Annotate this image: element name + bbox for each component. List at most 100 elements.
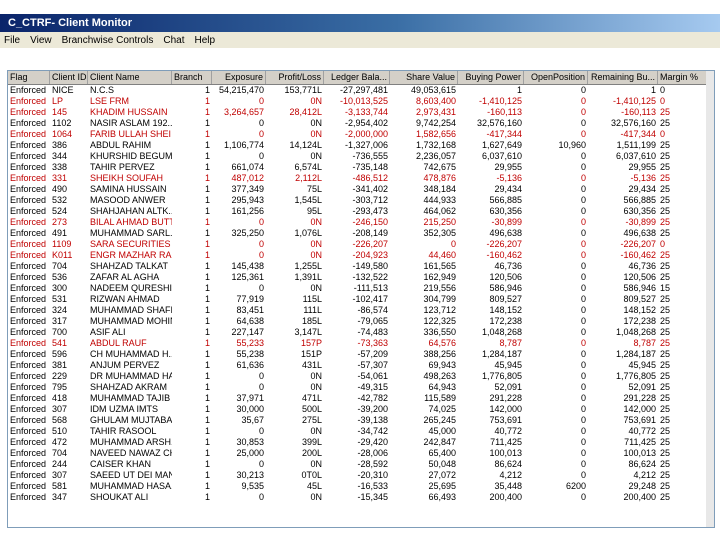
cell-buying-power: 8,787 (499, 338, 522, 348)
cell-open-position: 0 (580, 228, 586, 238)
table-row[interactable]: Enforced 490 SAMINA HUSSAIN 1 377,349 75L -341… (8, 184, 714, 195)
column-header[interactable]: Buying Power (458, 71, 524, 84)
column-header[interactable]: Client Name (88, 71, 172, 84)
cell-client-id: 568 (52, 415, 68, 425)
client-grid[interactable]: Flag Client ID Client Name Branch Exposure Pr… (7, 70, 715, 528)
menu-help[interactable]: Help (190, 35, 221, 46)
cell-buying-power: 711,425 (490, 437, 522, 447)
table-row[interactable]: Enforced 273 BILAL AHMAD BUTT 1 0 0N -246,150 2… (8, 217, 714, 228)
cell-exposure: 0 (258, 129, 264, 139)
cell-client-id: 244 (52, 459, 68, 469)
cell-share-value: 388,256 (423, 349, 456, 359)
table-row[interactable]: Enforced 418 MUHAMMAD TAJIB 1 37,971 471L -42,… (8, 393, 714, 404)
vertical-scrollbar[interactable] (706, 71, 714, 527)
column-header[interactable]: OpenPosition (524, 71, 588, 84)
menu-file[interactable]: File (0, 35, 26, 46)
cell-remaining-buying: 586,946 (623, 283, 656, 293)
table-row[interactable]: Enforced 795 SHAHZAD AKRAM 1 0 0N -49,315 64,94… (8, 382, 714, 393)
table-row[interactable]: Enforced 386 ABDUL RAHIM 1 1,106,774 14,124L -… (8, 140, 714, 151)
cell-profit-loss: 14,124L (289, 140, 322, 150)
table-row[interactable]: Enforced 1109 SARA SECURITIES 1 0 0N -226,207 0… (8, 239, 714, 250)
cell-margin: 25 (660, 481, 671, 491)
cell-buying-power: 1 (516, 85, 522, 95)
cell-client-name: KHADIM HUSSAIN (90, 107, 168, 117)
table-row[interactable]: Enforced 145 KHADIM HUSSAIN 1 3,264,657 28,41… (8, 107, 714, 118)
column-header[interactable]: Branch (172, 71, 212, 84)
table-row[interactable]: Enforced LP LSE FRM 1 0 0N -10,013,525 8,603,40… (8, 96, 714, 107)
menu-branchwise-controls[interactable]: Branchwise Controls (58, 35, 160, 46)
column-header[interactable]: Share Value (390, 71, 458, 84)
table-row[interactable]: Enforced NICE N.C.S 1 54,215,470 153,771L -27,… (8, 85, 714, 96)
cell-margin: 25 (660, 250, 671, 260)
table-row[interactable]: Enforced 1102 NASIR ASLAM 192... 1 0 0N -2,954… (8, 118, 714, 129)
cell-buying-power: 630,356 (489, 206, 522, 216)
table-row[interactable]: Enforced 491 MUHAMMAD SARL... 1 325,250 1,076… (8, 228, 714, 239)
table-row[interactable]: Enforced 541 ABDUL RAUF 1 55,233 157P -73,363 6… (8, 338, 714, 349)
cell-buying-power: 29,955 (494, 162, 522, 172)
column-header[interactable]: Exposure (212, 71, 266, 84)
table-row[interactable]: Enforced 596 CH MUHAMMAD H... 1 55,238 151P -5… (8, 349, 714, 360)
menu-view[interactable]: View (26, 35, 58, 46)
table-row[interactable]: Enforced 581 MUHAMMAD HASA... 1 9,535 45L -16,… (8, 481, 714, 492)
cell-open-position: 10,960 (558, 140, 586, 150)
cell-exposure: 161,256 (231, 206, 264, 216)
cell-share-value: 1,732,168 (415, 140, 456, 150)
table-row[interactable]: Enforced 704 NAVEED NAWAZ CH 1 25,000 200L -28… (8, 448, 714, 459)
table-row[interactable]: Enforced 381 ANJUM PERVEZ 1 61,636 431L -57,30… (8, 360, 714, 371)
cell-client-id: 1064 (52, 129, 73, 139)
column-header[interactable]: Ledger Bala... (324, 71, 390, 84)
table-row[interactable]: Enforced 532 MASOOD ANWER 1 295,943 1,545L -30… (8, 195, 714, 206)
cell-remaining-buying: 1,511,199 (616, 140, 656, 150)
column-header[interactable]: Client ID (50, 71, 88, 84)
table-row[interactable]: Enforced 244 CAISER KHAN 1 0 0N -28,592 50,048 8… (8, 459, 714, 470)
column-header[interactable]: Remaining Bu... (588, 71, 658, 84)
cell-exposure: 0 (258, 151, 264, 161)
table-row[interactable]: Enforced 307 SAEED UT DEI MAN 1 30,213 0T0L -2… (8, 470, 714, 481)
cell-flag: Enforced (10, 239, 47, 249)
table-row[interactable]: Enforced K011 ENGR MAZHAR RA... 1 0 0N -204,92… (8, 250, 714, 261)
cell-profit-loss: 0N (310, 96, 322, 106)
table-row[interactable]: Enforced 317 MUHAMMAD MOHIN 1 64,638 185L -79,… (8, 316, 714, 327)
cell-client-name: LSE FRM (90, 96, 130, 106)
cell-ledger-balance: -149,580 (352, 261, 388, 271)
table-row[interactable]: Enforced 531 RIZWAN AHMAD 1 77,919 115L -102,4… (8, 294, 714, 305)
table-row[interactable]: Enforced 347 SHOUKAT ALI 1 0 0N -15,345 66,493 2… (8, 492, 714, 503)
table-row[interactable]: Enforced 524 SHAHJAHAN ALTK... 1 161,256 95L -… (8, 206, 714, 217)
cell-branch: 1 (204, 272, 210, 282)
menu-chat[interactable]: Chat (159, 35, 190, 46)
cell-ledger-balance: -736,555 (352, 151, 388, 161)
cell-buying-power: 45,945 (494, 360, 522, 370)
cell-ledger-balance: -42,782 (357, 393, 388, 403)
cell-client-id: 331 (52, 173, 68, 183)
table-row[interactable]: Enforced 338 TAHIR PERVEZ 1 661,074 6,574L -73… (8, 162, 714, 173)
cell-open-position: 6200 (565, 481, 586, 491)
column-header[interactable]: Profit/Loss (266, 71, 324, 84)
table-row[interactable]: Enforced 1064 FARIB ULLAH SHEI 1 0 0N -2,000,0… (8, 129, 714, 140)
cell-client-name: GHULAM MUJTABA... (90, 415, 172, 425)
cell-client-id: 1102 (52, 118, 72, 128)
table-row[interactable]: Enforced 229 DR MUHAMMAD HASA... 1 0 0N -54,06… (8, 371, 714, 382)
table-row[interactable]: Enforced 704 SHAHZAD TALKAT 1 145,438 1,255L -… (8, 261, 714, 272)
cell-buying-power: 753,691 (489, 415, 522, 425)
table-row[interactable]: Enforced 300 NADEEM QURESHI 1 0 0N -111,513 219… (8, 283, 714, 294)
cell-branch: 1 (204, 448, 210, 458)
cell-exposure: 661,074 (231, 162, 264, 172)
cell-ledger-balance: -486,512 (352, 173, 388, 183)
table-row[interactable]: Enforced 324 MUHAMMAD SHAFI 1 83,451 111L -86,… (8, 305, 714, 316)
table-row[interactable]: Enforced 344 KHURSHID BEGUM 1 0 0N -736,555 2,2… (8, 151, 714, 162)
cell-ledger-balance: -54,061 (357, 371, 388, 381)
table-row[interactable]: Enforced 700 ASIF ALI 1 227,147 3,147L -74,483… (8, 327, 714, 338)
table-row[interactable]: Enforced 472 MUHAMMAD ARSH... 1 30,853 399L -2… (8, 437, 714, 448)
cell-open-position: 0 (580, 283, 586, 293)
cell-share-value: 348,184 (423, 184, 456, 194)
column-header[interactable]: Margin % (658, 71, 710, 84)
column-header[interactable]: Flag (8, 71, 50, 84)
table-row[interactable]: Enforced 568 GHULAM MUJTABA... 1 35,67 275L -3… (8, 415, 714, 426)
table-row[interactable]: Enforced 307 IDM UZMA IMTS 1 30,000 500L -39,2… (8, 404, 714, 415)
table-row[interactable]: Enforced 331 SHEIKH SOUFAH 1 487,012 2,112L -4… (8, 173, 714, 184)
cell-client-name: SHEIKH SOUFAH (90, 173, 164, 183)
cell-profit-loss: 0N (310, 217, 322, 227)
table-row[interactable]: Enforced 510 TAHIR RASOOL 1 0 0N -34,742 45,000… (8, 426, 714, 437)
table-row[interactable]: Enforced 536 ZAFAR AL AGHA 1 125,361 1,391L -1… (8, 272, 714, 283)
cell-open-position: 0 (580, 294, 586, 304)
